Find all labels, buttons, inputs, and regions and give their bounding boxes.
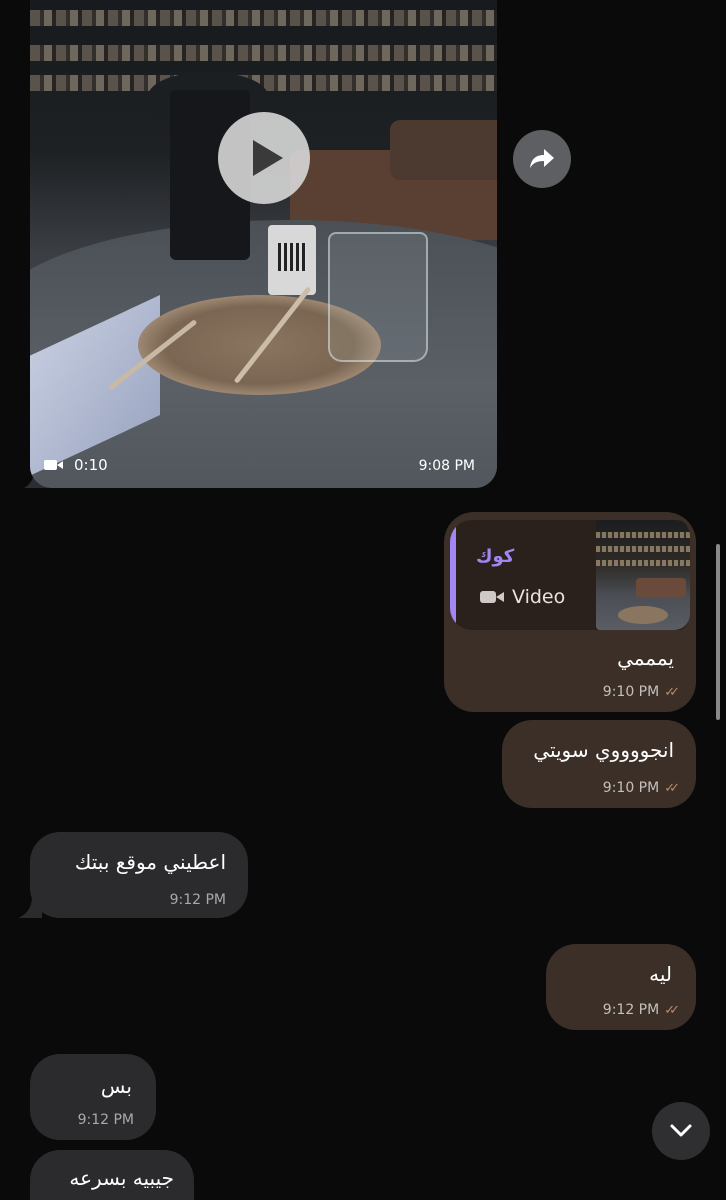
booth-decor [390,120,497,180]
message-meta: 9:12 PM [170,892,226,908]
incoming-message[interactable]: جيبيه بسرعه [30,1150,194,1200]
outgoing-message[interactable]: انجووووي سويتي 9:10 PM ✓✓ [502,720,696,808]
reply-type-label: Video [512,586,566,608]
read-ticks-icon: ✓✓ [664,1002,680,1018]
video-camera-icon [480,589,506,605]
read-ticks-icon: ✓✓ [664,780,680,796]
message-text: انجووووي سويتي [533,738,674,762]
reply-media-type: Video [480,586,565,608]
message-text: بس [100,1074,132,1098]
message-text: اعطيني موقع ببتك [74,850,226,874]
message-meta: 9:12 PM [78,1112,134,1128]
message-time: 9:12 PM [77,1112,134,1128]
video-duration-text: 0:10 [74,456,108,474]
message-time: 9:10 PM [602,684,660,700]
forward-icon [530,149,554,168]
scroll-down-button[interactable] [652,1102,710,1160]
scrollbar[interactable] [716,544,720,720]
chat-screen: 0:10 9:08 PM كوك Video يمممي 9:10 PM ✓✓ … [0,0,726,1200]
message-time: 9:10 PM [602,780,660,796]
shelf-decor [596,532,690,538]
incoming-message[interactable]: اعطيني موقع ببتك 9:12 PM [30,832,248,918]
message-time: 9:08 PM [418,458,475,474]
message-meta: 9:12 PM ✓✓ [602,1002,680,1018]
booth-decor [636,578,686,598]
message-text: ليه [649,962,672,986]
forward-button[interactable] [513,130,571,188]
reply-thumbnail [596,520,690,630]
incoming-message[interactable]: بس 9:12 PM [30,1054,156,1140]
shelf-decor [30,10,497,26]
message-text: يمممي [617,646,674,670]
message-text: جيبيه بسرعه [69,1166,174,1190]
play-button[interactable] [218,112,310,204]
reply-sender-name: كوك [476,546,515,567]
play-icon [253,140,283,176]
plate-decor [618,606,668,624]
video-camera-icon [44,458,66,472]
reply-accent-bar [450,520,456,630]
message-meta: 9:10 PM ✓✓ [602,780,680,796]
shelf-decor [30,45,497,61]
shelf-decor [596,546,690,552]
video-message[interactable]: 0:10 9:08 PM [30,0,497,488]
message-meta: 9:10 PM ✓✓ [602,684,680,700]
outgoing-message[interactable]: ليه 9:12 PM ✓✓ [546,944,696,1030]
outgoing-message[interactable]: كوك Video يمممي 9:10 PM ✓✓ [444,512,696,712]
message-time: 9:12 PM [602,1002,660,1018]
read-ticks-icon: ✓✓ [664,684,680,700]
qr-card-decor [268,225,316,295]
chevron-down-icon [670,1124,692,1137]
message-time: 9:12 PM [169,892,226,908]
video-duration: 0:10 [44,456,108,474]
glass-decor [328,232,428,362]
shelf-decor [596,560,690,566]
